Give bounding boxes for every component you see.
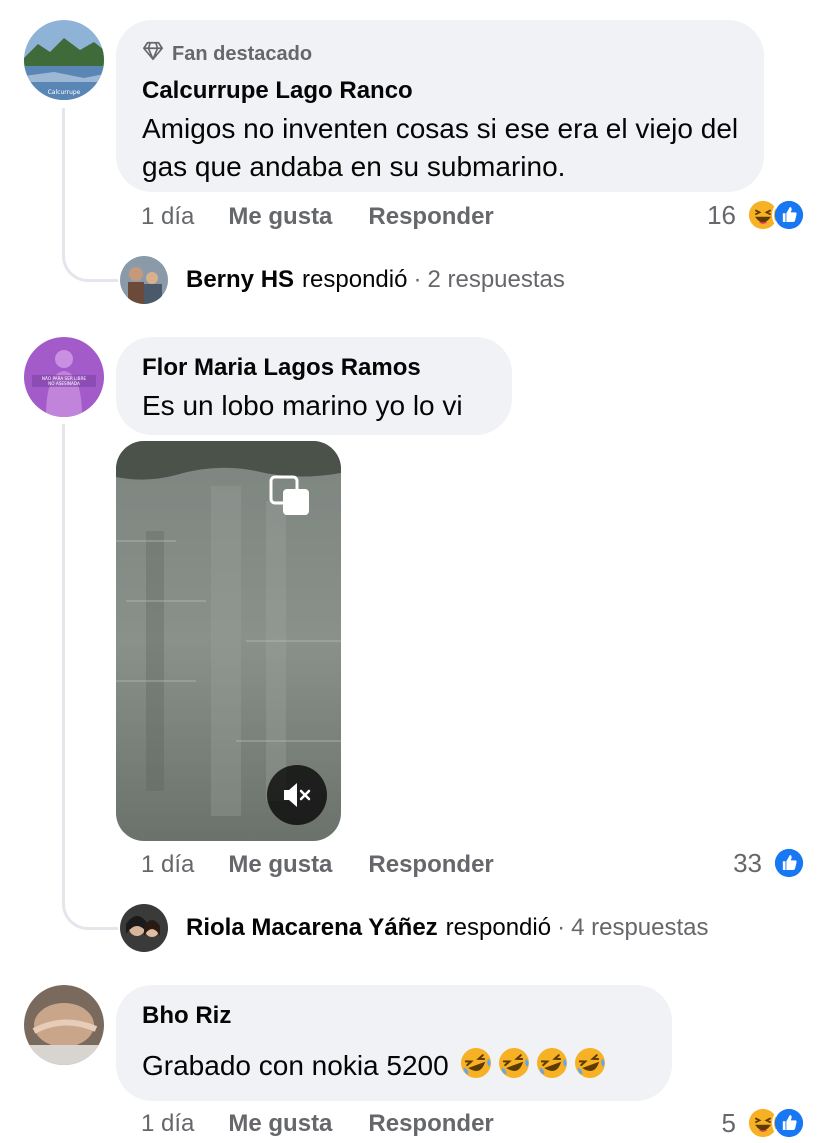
comment-bubble: Flor Maria Lagos Ramos Es un lobo marino… [116,337,512,435]
thread-line [62,108,118,282]
like-icon [772,846,806,880]
avatar[interactable] [24,985,104,1065]
like-button[interactable]: Me gusta [228,851,332,879]
reply-avatar [120,904,168,952]
reply-button[interactable]: Responder [368,851,493,879]
reaction-summary[interactable]: 33 [733,846,806,880]
reply-author: Berny HS [186,266,295,293]
reaction-summary[interactable]: 5 [722,1106,806,1140]
avatar[interactable]: Calcurrupe [24,20,104,100]
comment-text: Es un lobo marino yo lo vi [142,390,463,421]
like-icon [772,198,806,232]
like-button[interactable]: Me gusta [228,1110,332,1138]
like-button[interactable]: Me gusta [228,203,332,231]
reply-count: 4 respuestas [571,914,709,941]
video-player[interactable] [116,441,341,841]
comment-actions: 1 día Me gusta Responder [141,1110,530,1138]
badge-label: Fan destacado [172,42,313,65]
reaction-count: 33 [733,847,762,878]
avatar-caption: NO ASESINADA [48,381,80,386]
comment-time[interactable]: 1 día [141,203,194,231]
reaction-count: 5 [721,1107,736,1138]
comment-text: Amigos no inventen cosas si ese era el v… [142,113,739,182]
separator-dot: · [413,266,422,293]
reply-verb: respondió [302,266,408,293]
rofl-emoji [534,1045,570,1081]
comment-actions: 1 día Me gusta Responder [141,203,530,231]
diamond-icon [142,40,164,68]
thread-line [62,424,118,930]
comment-bubble: Bho Riz Grabado con nokia 5200 [116,985,672,1101]
comment-text-row: Grabado con nokia 5200 [142,1045,646,1085]
top-fan-badge: Fan destacado [142,40,738,68]
comment-author[interactable]: Bho Riz [142,1001,646,1031]
reply-avatar [120,256,168,304]
comment-actions: 1 día Me gusta Responder [141,851,530,879]
comment-time[interactable]: 1 día [141,1110,194,1138]
rofl-emoji [572,1045,608,1081]
rofl-emoji [496,1045,532,1081]
reply-button[interactable]: Responder [368,203,493,231]
comment-author[interactable]: Calcurrupe Lago Ranco [142,76,738,106]
speaker-muted-icon [284,783,311,807]
view-replies-link[interactable]: Berny HS respondió · 2 respuestas [120,256,565,304]
reaction-summary[interactable]: 16 [707,198,806,232]
reply-button[interactable]: Responder [368,1110,493,1138]
reply-count: 2 respuestas [427,266,565,293]
reply-author: Riola Macarena Yáñez [186,914,438,941]
view-replies-link[interactable]: Riola Macarena Yáñez respondió · 4 respu… [120,904,709,952]
avatar-caption: Calcurrupe [48,89,81,96]
reply-verb: respondió [445,914,552,941]
comment-text: Grabado con nokia 5200 [142,1050,449,1081]
separator-dot: · [557,914,566,941]
comment-bubble: Fan destacado Calcurrupe Lago Ranco Amig… [116,20,764,192]
comment-time[interactable]: 1 día [141,851,194,879]
reaction-count: 16 [707,199,736,230]
like-icon [772,1106,806,1140]
avatar[interactable]: NÃO PARA SER LIBRE NO ASESINADA [24,337,104,417]
mute-button[interactable] [267,765,327,825]
rofl-emoji [458,1045,494,1081]
multi-photo-icon [269,475,311,517]
comment-author[interactable]: Flor Maria Lagos Ramos [142,353,486,383]
